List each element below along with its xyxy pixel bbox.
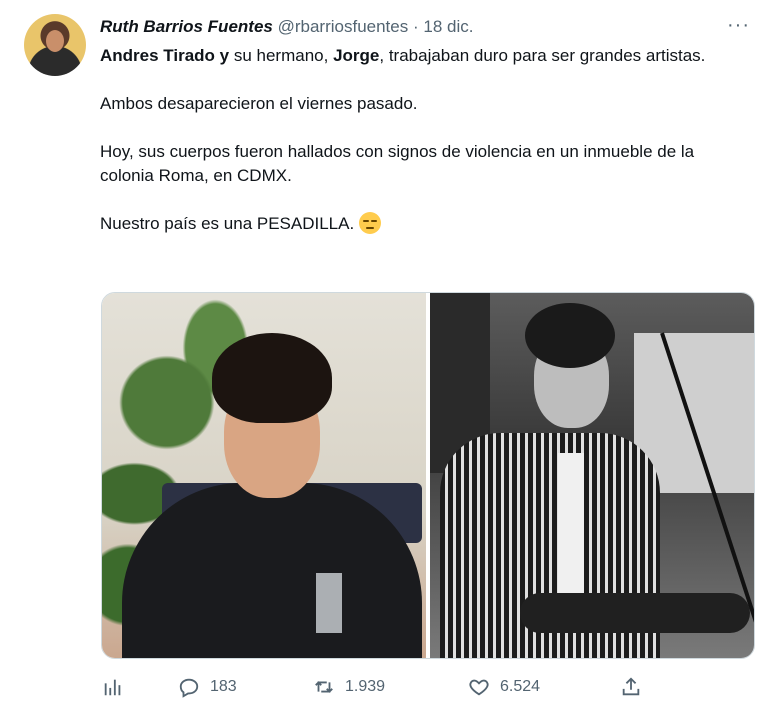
tweet-paragraph-1: Andres Tirado y su hermano, Jorge, traba… <box>100 44 740 68</box>
reply-icon <box>178 676 200 698</box>
author-name[interactable]: Ruth Barrios Fuentes <box>100 17 273 36</box>
tweet-text-segment: Nuestro país es una PESADILLA. <box>100 214 359 233</box>
author-handle[interactable]: @rbarriosfuentes <box>278 17 409 36</box>
author-avatar[interactable] <box>24 14 86 76</box>
photo-jorge[interactable] <box>430 293 754 658</box>
more-options-icon[interactable]: ··· <box>727 14 750 37</box>
tweet-date[interactable]: 18 dic. <box>423 17 473 36</box>
tweet-paragraph-4: Nuestro país es una PESADILLA. <box>100 212 740 236</box>
pensive-face-emoji <box>358 212 381 234</box>
tweet-actions: 183 1.939 6.524 <box>100 672 660 706</box>
reply-count: 183 <box>210 678 237 695</box>
analytics-icon <box>102 676 124 698</box>
analytics-button[interactable] <box>102 676 124 698</box>
retweet-button[interactable]: 1.939 <box>313 676 385 698</box>
photo-andres[interactable] <box>102 293 426 658</box>
tweet-card[interactable]: Ruth Barrios Fuentes @rbarriosfuentes · … <box>0 0 768 717</box>
share-icon <box>620 676 642 698</box>
reply-button[interactable]: 183 <box>178 676 237 698</box>
tweet-text-segment: , trabajaban duro para ser grandes artis… <box>379 46 706 65</box>
heart-icon <box>468 676 490 698</box>
like-count: 6.524 <box>500 678 541 695</box>
retweet-icon <box>313 676 335 698</box>
tweet-header: Ruth Barrios Fuentes @rbarriosfuentes · … <box>100 16 748 38</box>
like-button[interactable]: 6.524 <box>468 676 540 698</box>
tweet-media <box>101 292 755 659</box>
tweet-bold-names: Andres Tirado y <box>100 46 230 65</box>
tweet-text: Andres Tirado y su hermano, Jorge, traba… <box>100 44 740 260</box>
retweet-count: 1.939 <box>345 678 386 695</box>
tweet-text-segment: su hermano, <box>229 46 334 65</box>
avatar-face <box>46 30 64 52</box>
tweet-bold-name: Jorge <box>333 46 380 65</box>
share-button[interactable] <box>620 676 642 698</box>
tweet-paragraph-3: Hoy, sus cuerpos fueron hallados con sig… <box>100 142 695 185</box>
header-separator: · <box>412 17 419 36</box>
tweet-paragraph-2: Ambos desaparecieron el viernes pasado. <box>100 94 418 113</box>
